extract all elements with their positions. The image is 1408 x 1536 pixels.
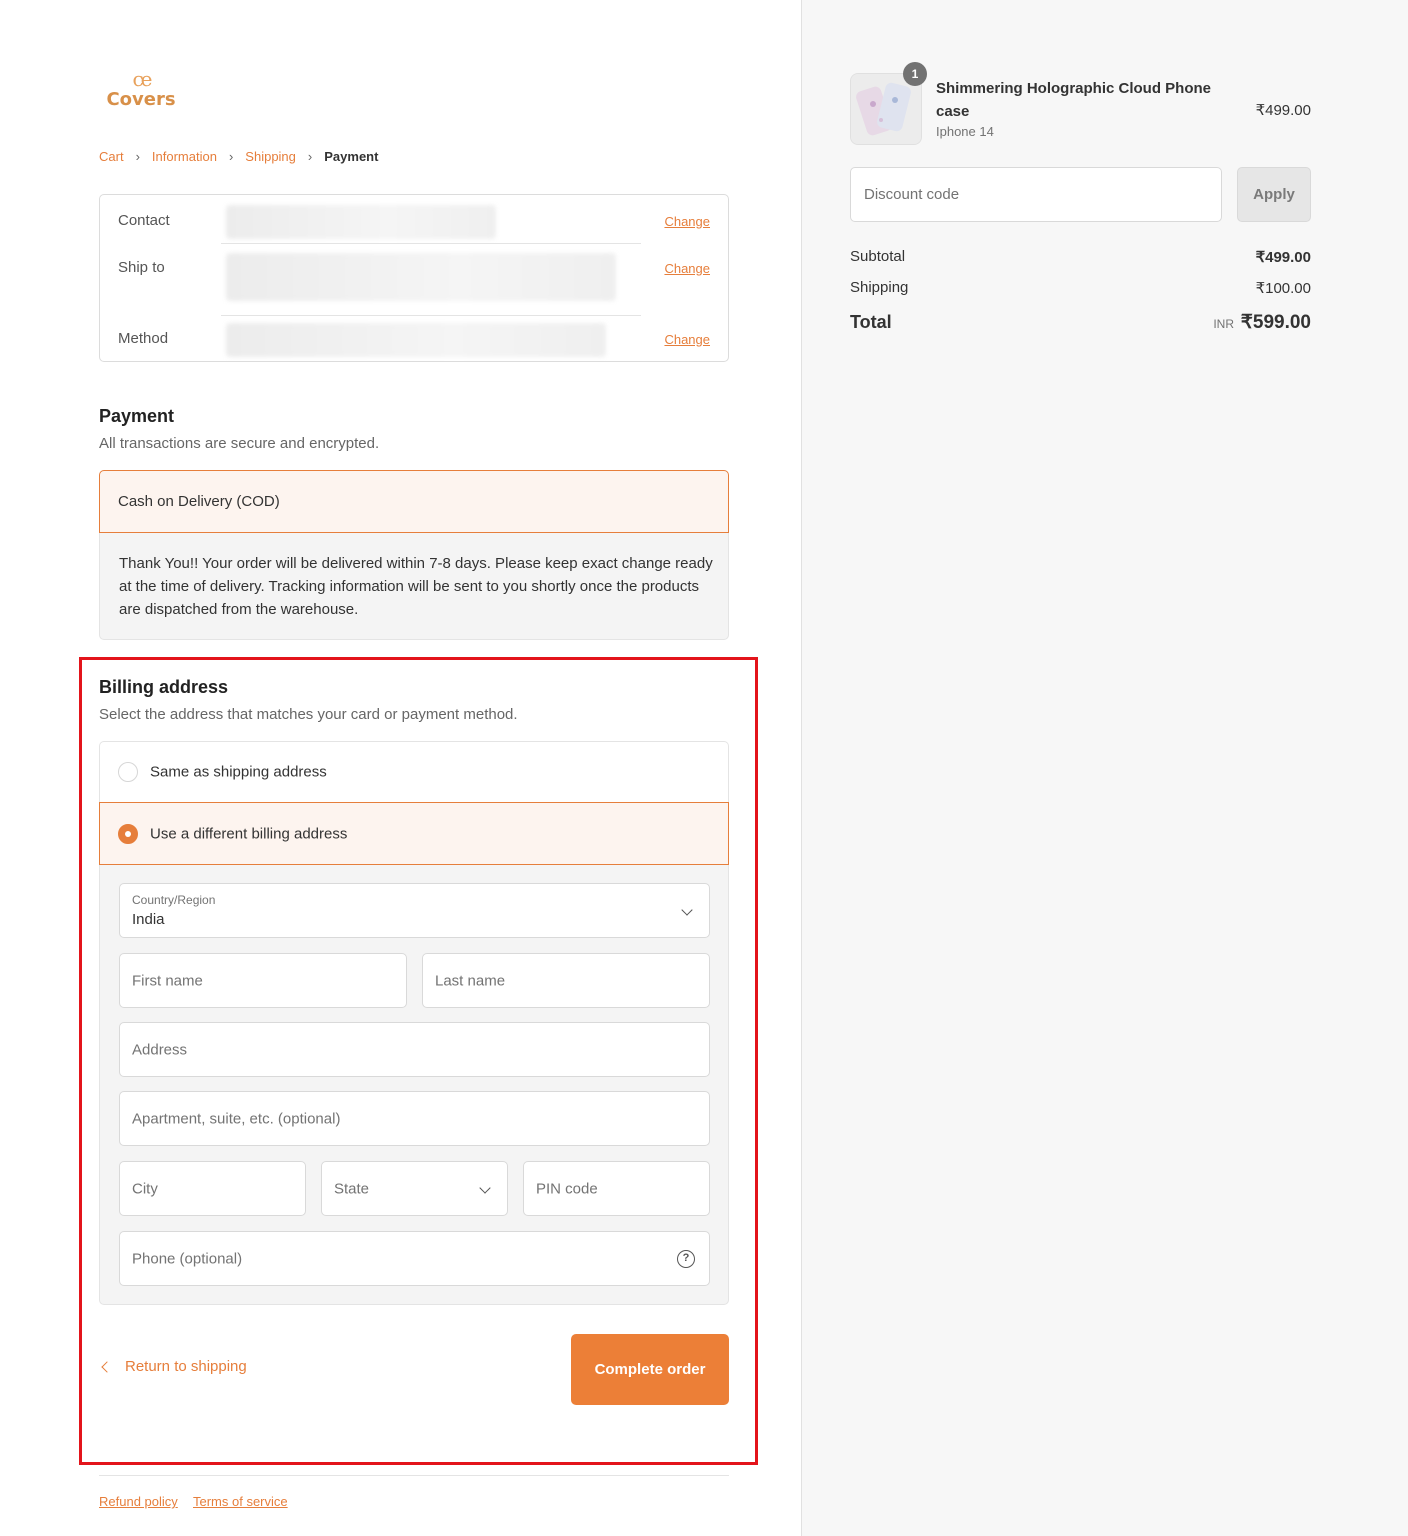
brand-logo[interactable]: ce Covers <box>105 68 177 124</box>
address-input[interactable]: Address <box>119 1022 710 1077</box>
help-icon[interactable]: ? <box>677 1249 695 1268</box>
summary-method-row: Method Change <box>100 315 728 363</box>
product-variant: Iphone 14 <box>936 124 994 139</box>
contact-value-redacted <box>226 205 496 239</box>
refund-policy-link[interactable]: Refund policy <box>99 1494 178 1509</box>
logo-mark: ce <box>132 67 152 91</box>
method-value-redacted <box>226 323 606 357</box>
subtotal-label: Subtotal <box>850 248 906 265</box>
review-summary: Contact Change Ship to Change Method Cha… <box>99 194 729 362</box>
pin-code-input[interactable]: PIN code <box>523 1161 710 1216</box>
apply-discount-button[interactable]: Apply <box>1237 167 1311 222</box>
billing-address-form: Country/Region India First name Last nam… <box>99 865 729 1305</box>
chevron-right-icon: › <box>228 148 234 164</box>
breadcrumb: Cart › Information › Shipping › Payment <box>99 146 378 166</box>
state-placeholder: State <box>334 1180 370 1197</box>
country-select[interactable]: Country/Region India <box>119 883 710 938</box>
shipping-row: Shipping ₹100.00 <box>850 279 1311 297</box>
apartment-placeholder: Apartment, suite, etc. (optional) <box>132 1110 341 1127</box>
phone-placeholder: Phone (optional) <box>132 1250 243 1267</box>
subtotal-value: ₹499.00 <box>1255 249 1311 266</box>
billing-title: Billing address <box>99 677 229 697</box>
change-ship-to-link[interactable]: Change <box>664 261 710 276</box>
city-input[interactable]: City <box>119 1161 306 1216</box>
billing-subtitle: Select the address that matches your car… <box>99 706 518 723</box>
ship-to-value-redacted <box>226 253 616 301</box>
first-name-placeholder: First name <box>132 972 203 989</box>
checkout-main: ce Covers Cart › Information › Shipping … <box>0 0 801 1536</box>
billing-option-different[interactable]: Use a different billing address <box>99 802 729 865</box>
method-label: Method <box>118 330 169 347</box>
first-name-input[interactable]: First name <box>119 953 407 1008</box>
total-row: Total INR ₹599.00 <box>850 310 1311 336</box>
cod-note: Thank You!! Your order will be delivered… <box>119 555 713 618</box>
complete-order-button[interactable]: Complete order <box>571 1334 729 1405</box>
order-summary-panel: 1 Shimmering Holographic Cloud Phone cas… <box>801 0 1408 1536</box>
discount-code-placeholder: Discount code <box>864 186 960 203</box>
total-label: Total <box>850 312 892 332</box>
billing-option-same[interactable]: Same as shipping address <box>99 741 729 802</box>
chevron-down-icon <box>479 1181 491 1194</box>
cod-note-panel: Thank You!! Your order will be delivered… <box>99 533 729 640</box>
chevron-right-icon: › <box>135 148 140 164</box>
terms-of-service-link[interactable]: Terms of service <box>193 1494 288 1509</box>
logo-subtext <box>105 110 177 122</box>
country-label: Country/Region <box>132 893 216 907</box>
billing-option-different-label: Use a different billing address <box>150 825 348 842</box>
phone-input[interactable]: Phone (optional) ? <box>119 1231 710 1286</box>
breadcrumb-shipping[interactable]: Shipping <box>245 149 296 164</box>
payment-subtitle: All transactions are secure and encrypte… <box>99 435 380 452</box>
state-select[interactable]: State <box>321 1161 508 1216</box>
quantity-badge: 1 <box>903 62 927 86</box>
return-to-shipping-link[interactable]: Return to shipping <box>99 1358 247 1375</box>
apartment-input[interactable]: Apartment, suite, etc. (optional) <box>119 1091 710 1146</box>
last-name-input[interactable]: Last name <box>422 953 710 1008</box>
billing-option-same-label: Same as shipping address <box>150 763 327 781</box>
change-method-link[interactable]: Change <box>664 332 710 347</box>
chevron-left-icon <box>101 1360 113 1373</box>
currency-code: INR <box>1213 317 1234 331</box>
logo-wordmark: Covers <box>106 89 176 110</box>
chevron-right-icon: › <box>307 148 313 164</box>
footer-divider <box>99 1475 729 1476</box>
payment-title: Payment <box>99 406 175 426</box>
subtotal-row: Subtotal ₹499.00 <box>850 248 1311 266</box>
city-placeholder: City <box>132 1180 158 1197</box>
summary-contact-row: Contact Change <box>100 195 728 243</box>
ship-to-label: Ship to <box>118 259 165 276</box>
address-placeholder: Address <box>132 1041 188 1058</box>
breadcrumb-cart[interactable]: Cart <box>99 149 124 164</box>
radio-same-shipping[interactable] <box>118 762 138 782</box>
breadcrumb-information[interactable]: Information <box>152 149 217 164</box>
last-name-placeholder: Last name <box>435 972 506 989</box>
discount-code-input[interactable]: Discount code <box>850 167 1222 222</box>
shipping-value: ₹100.00 <box>1255 280 1311 297</box>
chevron-down-icon <box>681 903 693 916</box>
payment-method-label: Cash on Delivery (COD) <box>118 493 280 510</box>
radio-different-billing[interactable] <box>118 823 138 844</box>
return-to-shipping-label: Return to shipping <box>125 1358 247 1375</box>
contact-label: Contact <box>118 212 170 229</box>
product-name: Shimmering Holographic Cloud Phone case <box>936 80 1212 120</box>
shipping-label: Shipping <box>850 279 909 296</box>
product-price: ₹499.00 <box>1255 102 1311 119</box>
breadcrumb-payment: Payment <box>324 148 379 164</box>
change-contact-link[interactable]: Change <box>664 214 710 229</box>
pin-code-placeholder: PIN code <box>536 1180 598 1197</box>
country-value: India <box>132 911 165 928</box>
total-value: ₹599.00 <box>1240 312 1311 333</box>
summary-shipto-row: Ship to Change <box>100 243 728 315</box>
payment-method-cod[interactable]: Cash on Delivery (COD) <box>99 470 729 533</box>
